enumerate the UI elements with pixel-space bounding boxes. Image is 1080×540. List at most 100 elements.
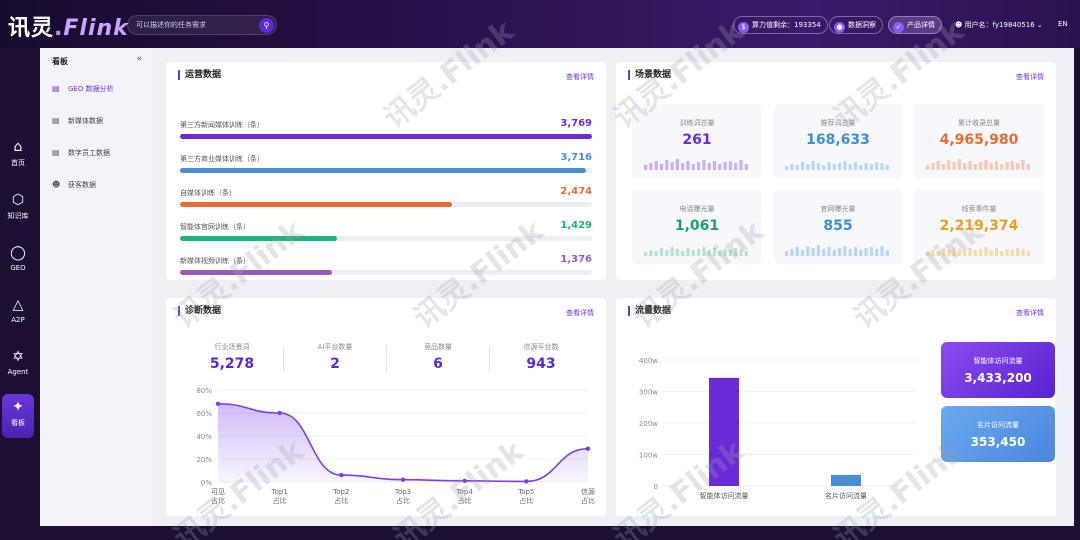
x-tick-label: 占比 xyxy=(211,496,225,505)
nav-agent[interactable]: ✡ Agent xyxy=(0,344,36,388)
media-icon: ▤ xyxy=(52,116,60,125)
sparkline-bar xyxy=(785,166,789,170)
ops-row-value: 3,769 xyxy=(560,118,592,129)
y-tick-label: 60% xyxy=(196,410,212,418)
stat-divider xyxy=(489,346,490,372)
knowledge-icon: ⬡ xyxy=(11,192,25,208)
bar xyxy=(709,377,739,486)
sidebar-item-geo-analysis[interactable]: ▤ GEO 数据分析 xyxy=(52,84,148,98)
diag-stat-label: AI平台数量 xyxy=(317,343,353,351)
ops-progress-track xyxy=(180,202,592,207)
sparkline-bar xyxy=(864,248,868,256)
sparkline-decoration xyxy=(785,161,889,170)
user-menu[interactable]: ☻ 用户名：fy19840516 ⌄ xyxy=(955,20,1043,30)
scene-more-link[interactable]: 查看详情 xyxy=(1016,72,1044,82)
sparkline-bar xyxy=(811,248,815,256)
data-point xyxy=(277,410,282,416)
sparkline-bar xyxy=(984,160,988,170)
a2p-icon: △ xyxy=(12,297,24,313)
search-icon[interactable]: ⚲ xyxy=(259,18,274,33)
flow-card-card: 名片访问流量 353,450 xyxy=(941,406,1055,462)
search-bar[interactable]: 可以描述你的任务需求 ⚲ xyxy=(127,15,277,35)
data-point xyxy=(462,478,467,484)
sparkline-decoration xyxy=(644,159,748,170)
collapse-icon[interactable]: « xyxy=(136,54,142,64)
nav-geo[interactable]: ◯ GEO xyxy=(0,240,36,284)
x-tick-label: 名片访问流量 xyxy=(825,491,867,500)
scene-card: 线索事件量 2,219,374 xyxy=(914,190,1044,264)
sparkline-bar xyxy=(744,251,748,256)
diag-panel: 诊断数据 查看详情 行业场景词 5,278 AI平台数量 2 竞品数量 6 信源平台数 943… xyxy=(166,298,606,516)
sparkline-bar xyxy=(1005,249,1009,256)
ops-progress-track xyxy=(180,168,592,173)
sparkline-bar xyxy=(843,161,847,170)
sparkline-bar xyxy=(691,250,695,256)
sparkline-bar xyxy=(795,165,799,170)
sparkline-bar xyxy=(670,247,674,256)
ops-more-link[interactable]: 查看详情 xyxy=(566,72,594,82)
sparkline-bar xyxy=(848,164,852,170)
flow-more-link[interactable]: 查看详情 xyxy=(1016,308,1044,318)
nav-home[interactable]: ⌂ 首页 xyxy=(0,134,36,178)
ops-row-value: 1,376 xyxy=(560,254,592,265)
nav-a2p[interactable]: △ A2P xyxy=(0,292,36,336)
x-tick-label: 占比 xyxy=(334,496,348,505)
dashboard-icon: ✦ xyxy=(12,399,24,415)
sidebar-item-customer-acquisition[interactable]: ☻ 获客数据 xyxy=(52,180,148,194)
geo-icon: ◯ xyxy=(10,245,26,261)
data-point xyxy=(339,472,344,478)
ops-row: 第三方商业媒体训练（条） 3,716 xyxy=(180,152,592,180)
sparkline-bar xyxy=(707,250,711,256)
sparkline-bar xyxy=(936,251,940,256)
data-cockpit-button[interactable]: ● 数据洞察 xyxy=(829,16,883,34)
app-logo[interactable]: 讯灵.Flink xyxy=(8,10,129,42)
sparkline-bar xyxy=(723,249,727,256)
sparkline-bar xyxy=(827,247,831,256)
x-tick-label: Top1 xyxy=(271,488,288,496)
ops-row: 第三方新闻媒体训练（条） 3,769 xyxy=(180,118,592,146)
language-switch[interactable]: EN xyxy=(1058,20,1068,28)
sparkline-bar xyxy=(806,164,810,170)
scene-card: 电话曝光量 1,061 xyxy=(632,190,762,264)
nav-dashboard[interactable]: ✦ 看板 xyxy=(2,394,34,438)
sparkline-bar xyxy=(926,252,930,256)
ops-row-label: 自媒体训练（条） xyxy=(180,189,236,197)
x-tick-label: 信源 xyxy=(581,487,595,496)
diag-more-link[interactable]: 查看详情 xyxy=(566,308,594,318)
sparkline-bar xyxy=(931,163,935,170)
x-tick-label: 占比 xyxy=(458,496,472,505)
data-icon: ● xyxy=(834,22,845,33)
ops-row-label: 第三方商业媒体训练（条） xyxy=(180,155,264,163)
sparkline-bar xyxy=(681,163,685,170)
search-input[interactable]: 可以描述你的任务需求 xyxy=(136,20,206,30)
sparkline-bar xyxy=(957,249,961,256)
sparkline-bar xyxy=(822,165,826,170)
sparkline-bar xyxy=(675,249,679,256)
left-nav: ⌂ 首页 ⬡ 知识库 ◯ GEO △ A2P ✡ Agent ✦ 看板 xyxy=(0,48,36,540)
diag-title: 诊断数据 xyxy=(178,306,221,316)
product-detail-button[interactable]: ✓ 产品详情 xyxy=(888,16,942,34)
home-icon: ⌂ xyxy=(13,139,23,155)
ops-row: 自媒体训练（条） 2,474 xyxy=(180,186,592,214)
ops-progress-fill xyxy=(180,270,333,275)
sparkline-decoration xyxy=(644,247,748,256)
sparkline-bar xyxy=(734,248,738,256)
ops-row-label: 新媒体视频训练（条） xyxy=(180,257,250,265)
sparkline-bar xyxy=(880,246,884,256)
sparkline-bar xyxy=(869,164,873,170)
sparkline-bar xyxy=(989,163,993,170)
sparkline-bar xyxy=(1005,162,1009,170)
sparkline-bar xyxy=(811,161,815,170)
sidebar-item-digital-staff[interactable]: ▤ 数字员工数据 xyxy=(52,148,148,162)
person-icon: ☻ xyxy=(52,180,61,189)
flow-title: 流量数据 xyxy=(628,306,671,316)
y-tick-label: 100w xyxy=(639,452,658,460)
scene-card-label: 推荐词总量 xyxy=(820,119,856,127)
scene-card: 官网曝光量 855 xyxy=(773,190,903,264)
sparkline-bar xyxy=(644,165,648,170)
nav-knowledge[interactable]: ⬡ 知识库 xyxy=(0,187,36,231)
sidebar-item-new-media[interactable]: ▤ 新媒体数据 xyxy=(52,116,148,130)
sparkline-bar xyxy=(989,250,993,256)
balance-badge[interactable]: $ 算力值剩余：193354 xyxy=(733,16,828,34)
sparkline-bar xyxy=(1016,163,1020,170)
